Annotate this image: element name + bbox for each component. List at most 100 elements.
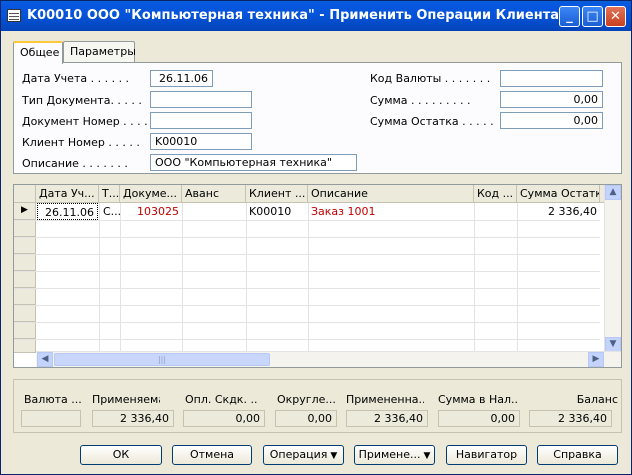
amount-label: Сумма . . . . . . . . . — [370, 94, 471, 107]
totals-applied-sum-label: Примененна... — [346, 393, 424, 406]
description-field[interactable]: ООО "Компьютерная техника" — [150, 154, 357, 171]
document-number-field[interactable] — [150, 112, 252, 129]
operation-menu-button[interactable]: Операция ▼ — [263, 445, 344, 465]
column-divider — [182, 203, 183, 353]
apply-menu-button[interactable]: Примене... ▼ — [354, 445, 435, 465]
column-header-advance[interactable]: Аванс — [182, 185, 246, 203]
column-header-customer[interactable]: Клиент ... — [246, 185, 308, 203]
minimize-button[interactable]: _ — [559, 6, 580, 27]
column-divider — [517, 203, 518, 353]
tab-parameters[interactable]: Параметры — [63, 41, 136, 63]
row-divider — [14, 254, 600, 255]
totals-rounding-label: Округле... — [277, 393, 336, 406]
currency-code-field[interactable] — [500, 70, 603, 87]
row-divider — [14, 322, 600, 323]
totals-balance-field: 2 336,40 — [529, 410, 612, 427]
close-button[interactable]: ✕ — [605, 6, 626, 27]
row-selector[interactable] — [14, 288, 36, 305]
table-cell-customer[interactable]: K00010 — [246, 203, 308, 220]
column-header-description[interactable]: Описание — [308, 185, 474, 203]
vertical-scrollbar[interactable]: ▲ ▼ — [604, 185, 621, 353]
chevron-down-icon: ▼ — [330, 451, 338, 461]
row-divider — [14, 305, 600, 306]
column-divider — [99, 203, 100, 353]
totals-panel: Валюта ... Применяема... Опл. Скдк. ... … — [13, 379, 622, 433]
row-selector[interactable] — [14, 237, 36, 254]
current-row-arrow-icon: ▶ — [14, 203, 36, 220]
column-header-document[interactable]: Докуме... — [120, 185, 182, 203]
posting-date-label: Дата Учета . . . . . . — [22, 72, 130, 85]
row-divider — [14, 220, 600, 221]
window-title: K00010 ООО "Компьютерная техника" - Прим… — [27, 8, 560, 23]
document-type-label: Тип Документа. . . . . — [22, 94, 142, 107]
row-selector[interactable] — [14, 271, 36, 288]
description-label: Описание . . . . . . . — [22, 157, 128, 170]
title-bar[interactable]: K00010 ООО "Компьютерная техника" - Прим… — [1, 1, 631, 31]
totals-currency-label: Валюта ... — [24, 393, 82, 406]
navigator-button[interactable]: Навигатор — [446, 445, 527, 465]
totals-payment-discount-label: Опл. Скдк. ... — [185, 393, 257, 406]
row-selector[interactable] — [14, 220, 36, 237]
table-cell-advance[interactable] — [182, 203, 246, 220]
maximize-button[interactable]: □ — [582, 6, 603, 27]
tab-general[interactable]: Общее — [13, 41, 63, 64]
column-header-date[interactable]: Дата Уч... — [36, 185, 99, 203]
totals-applied-label: Применяема... — [92, 393, 160, 406]
cancel-button[interactable]: Отмена — [172, 445, 252, 465]
column-divider — [308, 203, 309, 353]
table-cell-type[interactable]: С... — [100, 203, 120, 220]
amount-field[interactable]: 0,00 — [500, 91, 603, 108]
document-number-label: Документ Номер . . . . — [22, 115, 148, 128]
form-icon — [7, 9, 21, 22]
row-divider — [14, 339, 600, 340]
row-selector[interactable] — [14, 305, 36, 322]
totals-rounding-field: 0,00 — [275, 410, 337, 427]
application-window: K00010 ООО "Компьютерная техника" - Прим… — [0, 0, 632, 475]
remaining-amount-field[interactable]: 0,00 — [500, 112, 603, 129]
customer-number-label: Клиент Номер . . . . . — [22, 136, 140, 149]
row-selector[interactable] — [14, 254, 36, 271]
row-divider — [14, 271, 600, 272]
column-header-remaining[interactable]: Сумма Остатка — [517, 185, 600, 203]
column-divider — [120, 203, 121, 353]
totals-currency-field — [21, 410, 81, 427]
table-cell-description[interactable]: Заказ 1001 — [308, 203, 474, 220]
totals-amount-label: Сумма в Нал... — [438, 393, 518, 406]
chevron-down-icon: ▼ — [423, 451, 431, 461]
column-divider — [246, 203, 247, 353]
column-header-type[interactable]: Т... — [99, 185, 120, 203]
table-cell-document[interactable]: 103025 — [120, 203, 182, 220]
row-divider — [14, 288, 600, 289]
horizontal-scrollbar[interactable]: ◀ ||| ▶ — [36, 351, 621, 367]
ok-button[interactable]: ОК — [80, 445, 162, 465]
scroll-left-icon[interactable]: ◀ — [37, 352, 53, 367]
table-header: Дата Уч... Т... Докуме... Аванс Клиент .… — [14, 185, 621, 203]
scroll-down-icon[interactable]: ▼ — [605, 337, 621, 352]
scroll-right-icon[interactable]: ▶ — [588, 352, 604, 367]
posting-date-field[interactable]: 26.11.06 — [150, 70, 213, 87]
row-selector[interactable] — [14, 322, 36, 339]
row-selector[interactable] — [14, 339, 36, 353]
scroll-thumb[interactable]: ||| — [54, 353, 270, 366]
header-corner — [14, 185, 36, 203]
table-cell-code[interactable] — [474, 203, 517, 220]
totals-applied-sum-field: 2 336,40 — [346, 410, 428, 427]
column-header-code[interactable]: Код ... — [474, 185, 517, 203]
totals-payment-discount-field: 0,00 — [183, 410, 265, 427]
column-divider — [474, 203, 475, 353]
currency-code-label: Код Валюты . . . . . . . — [370, 72, 491, 85]
scroll-up-icon[interactable]: ▲ — [605, 185, 621, 200]
document-type-field[interactable] — [150, 91, 252, 108]
table-cell-remaining[interactable]: 2 336,40 — [517, 203, 600, 220]
table-cell-date[interactable]: 26.11.06 — [37, 203, 98, 220]
totals-amount-field: 0,00 — [438, 410, 520, 427]
remaining-amount-label: Сумма Остатка . . . . . — [370, 115, 494, 128]
help-button[interactable]: Справка — [537, 445, 618, 465]
general-panel: Дата Учета . . . . . . 26.11.06 Тип Доку… — [13, 62, 622, 174]
apply-menu-label: Примене... — [358, 448, 421, 461]
totals-balance-label: Баланс — [576, 393, 618, 406]
entries-table[interactable]: Дата Уч... Т... Докуме... Аванс Клиент .… — [13, 184, 622, 368]
row-divider — [14, 237, 600, 238]
totals-applied-field: 2 336,40 — [92, 410, 174, 427]
customer-number-field[interactable]: K00010 — [150, 133, 252, 150]
